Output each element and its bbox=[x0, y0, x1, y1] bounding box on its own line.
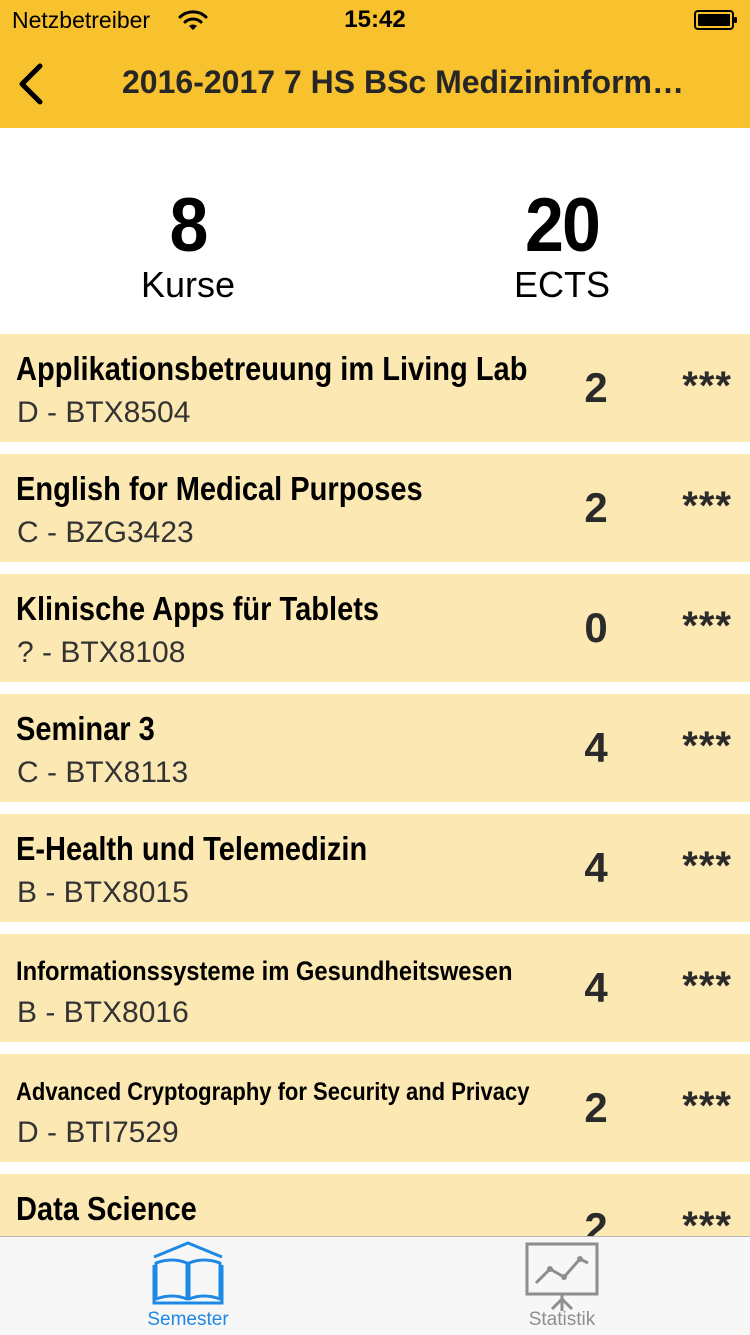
tab-statistik-label: Statistik bbox=[528, 1309, 596, 1330]
course-credits: 4 bbox=[584, 844, 608, 891]
ects-count: 20 bbox=[524, 183, 601, 268]
course-code: C - BTX8113 bbox=[17, 756, 189, 789]
course-row[interactable]: E-Health und Telemedizin B - BTX8015 4 *… bbox=[0, 814, 750, 922]
courses-count: 8 bbox=[169, 183, 208, 268]
status-bar: Netzbetreiber 15:42 bbox=[0, 0, 750, 40]
course-name: Seminar 3 bbox=[16, 710, 155, 747]
courses-stat: 8 Kurse bbox=[58, 186, 318, 304]
course-credits: 2 bbox=[584, 1084, 608, 1131]
course-list[interactable]: Applikationsbetreuung im Living Lab D - … bbox=[0, 334, 750, 1236]
course-credits: 4 bbox=[584, 724, 608, 771]
course-rating: *** bbox=[682, 604, 732, 648]
course-row[interactable]: Seminar 3 C - BTX8113 4 *** bbox=[0, 694, 750, 802]
course-code: D - BTX8504 bbox=[17, 396, 191, 429]
tab-semester[interactable]: Semester bbox=[88, 1237, 288, 1335]
course-name: Klinische Apps für Tablets bbox=[16, 590, 380, 627]
ects-stat: 20 ECTS bbox=[432, 186, 692, 304]
course-credits: 2 bbox=[584, 484, 608, 531]
header: Netzbetreiber 15:42 2016-2017 7 HS BSc M… bbox=[0, 0, 750, 129]
course-credits: 0 bbox=[584, 604, 608, 651]
course-row[interactable]: Klinische Apps für Tablets ? - BTX8108 0… bbox=[0, 574, 750, 682]
chart-board-icon bbox=[525, 1242, 599, 1311]
course-rating: *** bbox=[682, 1084, 732, 1128]
course-credits: 4 bbox=[584, 964, 608, 1011]
course-name: English for Medical Purposes bbox=[16, 470, 423, 507]
course-rating: *** bbox=[682, 724, 732, 768]
tab-semester-label: Semester bbox=[147, 1309, 229, 1330]
course-rating: *** bbox=[682, 484, 732, 528]
course-name: Informationssysteme im Gesundheitswesen bbox=[16, 956, 513, 986]
course-row[interactable]: Advanced Cryptography for Security and P… bbox=[0, 1054, 750, 1162]
course-rating: *** bbox=[682, 964, 732, 1008]
tab-bar: Semester Statistik bbox=[0, 1236, 750, 1335]
course-name: Applikationsbetreuung im Living Lab bbox=[16, 350, 528, 387]
course-name: Advanced Cryptography for Security and P… bbox=[16, 1078, 530, 1106]
navigation-bar: 2016-2017 7 HS BSc Medizininform… bbox=[0, 40, 750, 128]
ects-label: ECTS bbox=[513, 264, 610, 305]
course-name: E-Health und Telemedizin bbox=[16, 830, 368, 867]
back-chevron-icon[interactable] bbox=[12, 62, 52, 106]
book-icon bbox=[152, 1241, 224, 1305]
course-code: B - BTX8016 bbox=[17, 996, 189, 1029]
page-title: 2016-2017 7 HS BSc Medizininform… bbox=[122, 64, 684, 100]
course-code: B - BTX8015 bbox=[17, 876, 189, 909]
course-code: ? - BTX8108 bbox=[17, 636, 186, 669]
course-credits: 2 bbox=[584, 1204, 608, 1236]
course-row[interactable]: English for Medical Purposes C - BZG3423… bbox=[0, 454, 750, 562]
course-name: Data Science bbox=[16, 1190, 197, 1227]
course-code: C - BZG3423 bbox=[17, 516, 194, 549]
semester-summary: 8 Kurse 20 ECTS bbox=[0, 128, 750, 334]
course-credits: 2 bbox=[584, 364, 608, 411]
clock: 15:42 bbox=[344, 6, 406, 33]
tab-statistik[interactable]: Statistik bbox=[462, 1237, 662, 1335]
course-row[interactable]: Informationssysteme im Gesundheitswesen … bbox=[0, 934, 750, 1042]
course-rating: *** bbox=[682, 364, 732, 408]
course-rating: *** bbox=[682, 844, 732, 888]
battery-icon bbox=[694, 10, 737, 30]
courses-label: Kurse bbox=[140, 264, 236, 305]
course-rating: *** bbox=[682, 1204, 732, 1236]
course-row[interactable]: Applikationsbetreuung im Living Lab D - … bbox=[0, 334, 750, 442]
course-row[interactable]: Data Science 2 *** bbox=[0, 1174, 750, 1236]
course-code: D - BTI7529 bbox=[17, 1116, 179, 1149]
